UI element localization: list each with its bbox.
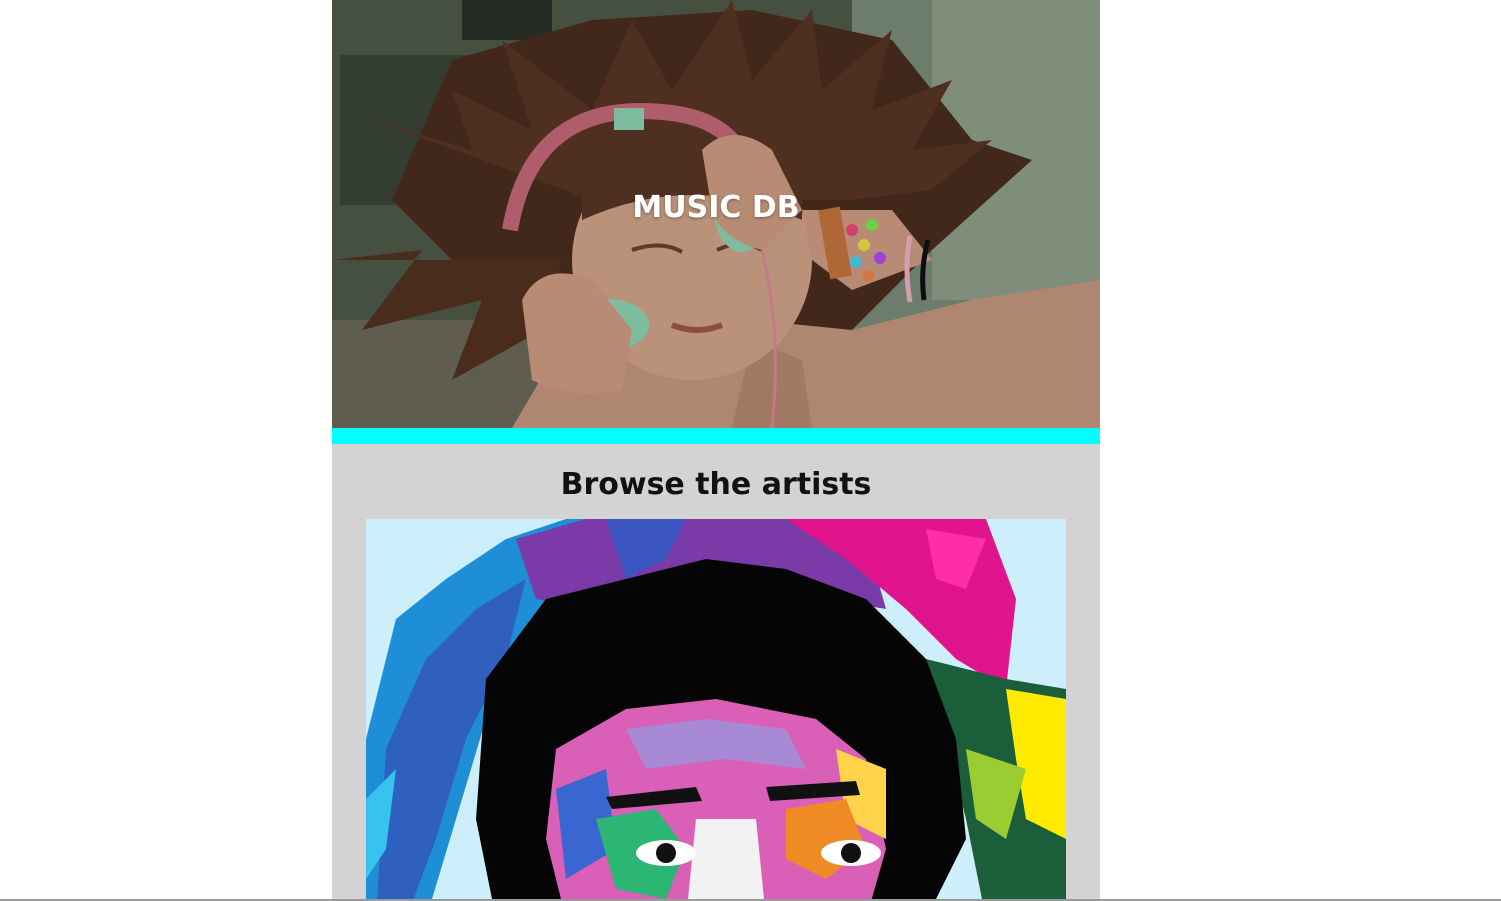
browse-artists-heading: Browse the artists (560, 467, 872, 502)
artist-portrait-image (366, 519, 1066, 901)
site-title: MUSIC DB (632, 190, 800, 225)
featured-artist-card[interactable] (366, 519, 1066, 901)
page: MUSIC DB Browse the artists (0, 0, 1501, 901)
hero-banner: MUSIC DB (332, 0, 1100, 428)
accent-divider (332, 428, 1100, 444)
